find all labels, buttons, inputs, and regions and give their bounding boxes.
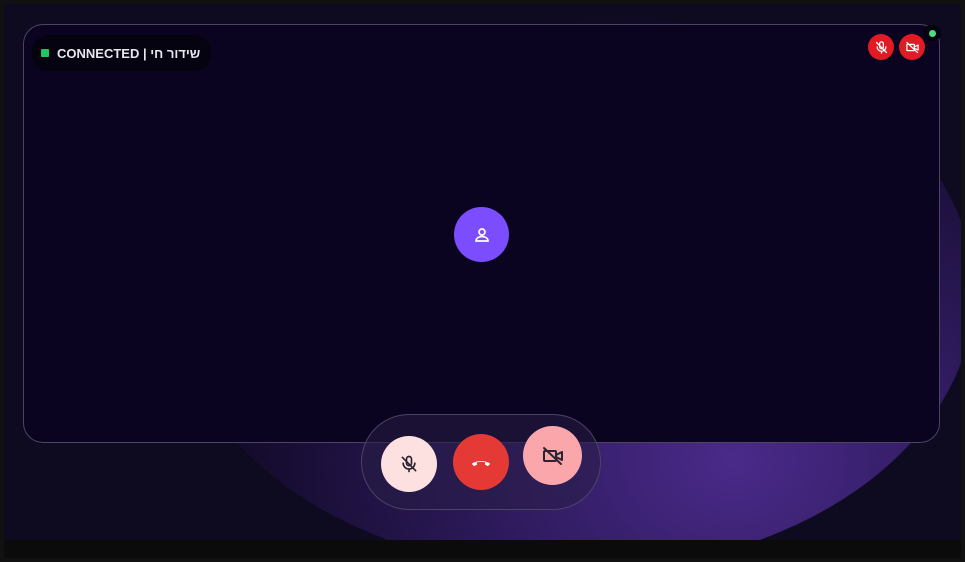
online-dot-icon: [928, 29, 936, 37]
person-icon: [474, 227, 489, 242]
participant-avatar: [454, 207, 509, 262]
bottom-edge: [4, 540, 961, 558]
status-label: שידור חי | CONNECTED: [57, 45, 201, 61]
camera-off-icon: [542, 446, 563, 465]
online-indicator: [923, 25, 941, 41]
status-dot-icon: [41, 49, 49, 57]
remote-mic-off-icon: [868, 34, 894, 60]
remote-indicators: [868, 34, 925, 60]
remote-camera-off-icon: [899, 34, 925, 60]
phone-hangup-icon: [471, 461, 491, 467]
connection-status-badge: שידור חי | CONNECTED: [32, 35, 212, 71]
toggle-camera-button[interactable]: [523, 426, 582, 485]
mute-microphone-button[interactable]: [381, 436, 437, 492]
mic-off-icon: [401, 455, 417, 473]
hang-up-button[interactable]: [453, 434, 509, 490]
